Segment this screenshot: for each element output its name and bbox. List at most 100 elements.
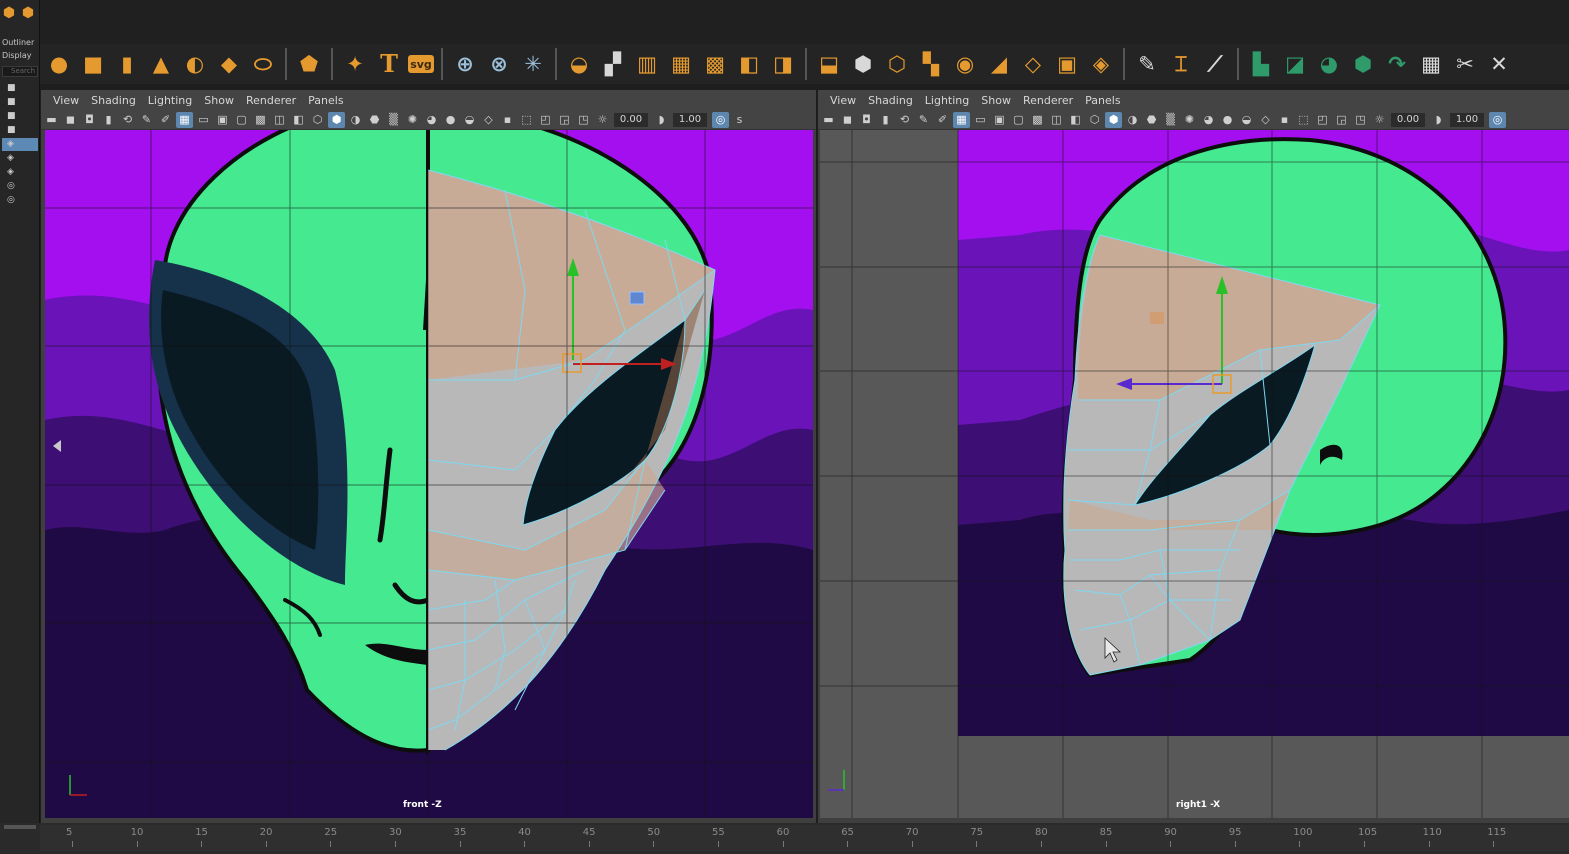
image-plane-icon[interactable]: ▮: [877, 112, 894, 128]
uv-auto-icon[interactable]: ⬢: [1348, 49, 1378, 79]
reset-transform-icon[interactable]: ✳: [518, 49, 548, 79]
menu-lighting[interactable]: Lighting: [148, 94, 192, 107]
grid-toggle-icon[interactable]: ▦: [953, 111, 970, 128]
bridge-icon[interactable]: ◨: [768, 49, 798, 79]
outliner-search-input[interactable]: Search: [2, 66, 38, 77]
outliner-item[interactable]: ◎: [2, 180, 38, 193]
type-tool-icon[interactable]: T: [374, 49, 404, 79]
exposure-icon[interactable]: ☼: [1371, 112, 1388, 128]
textured-icon[interactable]: ▒: [1162, 112, 1179, 128]
xray-joints-icon[interactable]: ◲: [556, 112, 573, 128]
anti-alias-icon[interactable]: ◇: [1257, 112, 1274, 128]
outliner-item[interactable]: ■: [2, 124, 38, 137]
poly-cone-icon[interactable]: ▲: [146, 49, 176, 79]
menu-view[interactable]: View: [830, 94, 856, 107]
cube-icon-2[interactable]: ⬢: [20, 5, 36, 21]
image-plane-icon[interactable]: ▮: [100, 112, 117, 128]
bookmark-icon[interactable]: ◘: [858, 112, 875, 128]
select-camera-icon[interactable]: ▬: [43, 112, 60, 128]
resolution-gate-icon[interactable]: ▣: [214, 112, 231, 128]
outliner-item[interactable]: ◈: [2, 152, 38, 165]
move-plane-handle[interactable]: [1150, 312, 1164, 324]
uv-cut-icon[interactable]: ✂: [1450, 49, 1480, 79]
menu-show[interactable]: Show: [204, 94, 234, 107]
color-management-icon[interactable]: ◎: [1489, 111, 1506, 128]
outliner-label[interactable]: Outliner: [2, 38, 34, 47]
lights-icon[interactable]: ✺: [404, 112, 421, 128]
poke-icon[interactable]: ◇: [1018, 49, 1048, 79]
safe-title-icon[interactable]: ◧: [1067, 112, 1084, 128]
menu-view[interactable]: View: [53, 94, 79, 107]
resolution-gate-icon[interactable]: ▣: [991, 112, 1008, 128]
2d-pan-icon[interactable]: ⟲: [119, 112, 136, 128]
xray-components-icon[interactable]: ◳: [1352, 112, 1369, 128]
fill-hole-icon[interactable]: ◉: [950, 49, 980, 79]
select-camera-icon[interactable]: ▬: [820, 112, 837, 128]
poly-disc-icon[interactable]: ⬭: [248, 49, 278, 79]
grease-pencil-icon[interactable]: ✎: [138, 112, 155, 128]
outliner-item[interactable]: ■: [2, 110, 38, 123]
camera-attributes-icon[interactable]: ◼: [839, 112, 856, 128]
safe-action-icon[interactable]: ◫: [271, 112, 288, 128]
grease-pencil-2-icon[interactable]: ✐: [157, 112, 174, 128]
safe-title-icon[interactable]: ◧: [290, 112, 307, 128]
field-chart-icon[interactable]: ▩: [1029, 112, 1046, 128]
combine-icon[interactable]: ◒: [564, 49, 594, 79]
poly-cube-icon[interactable]: ■: [78, 49, 108, 79]
outliner-item[interactable]: ■: [2, 96, 38, 109]
smooth-shade-icon[interactable]: ⬢: [328, 111, 345, 128]
motion-blur-icon[interactable]: ◒: [1238, 112, 1255, 128]
smooth-shade-icon[interactable]: ⬢: [1105, 111, 1122, 128]
shadows-icon[interactable]: ◕: [1200, 112, 1217, 128]
poly-plane-icon[interactable]: ◆: [214, 49, 244, 79]
color-management-icon[interactable]: ◎: [712, 111, 729, 128]
menu-renderer[interactable]: Renderer: [246, 94, 296, 107]
exposure-field[interactable]: 0.00: [1391, 112, 1425, 127]
isolate-select-icon[interactable]: ⬚: [518, 112, 535, 128]
anti-alias-icon[interactable]: ◇: [480, 112, 497, 128]
poly-torus-icon[interactable]: ◐: [180, 49, 210, 79]
screen-space-ao-icon[interactable]: ●: [1219, 112, 1236, 128]
grease-pencil-2-icon[interactable]: ✐: [934, 112, 951, 128]
display-label[interactable]: Display: [2, 51, 32, 60]
wireframe-on-shaded-icon[interactable]: ⬣: [1143, 112, 1160, 128]
snap-icon[interactable]: ⊕: [450, 49, 480, 79]
mirror-icon[interactable]: ◧: [734, 49, 764, 79]
wireframe-icon[interactable]: ⬡: [1086, 112, 1103, 128]
gate-mask-icon[interactable]: ▢: [233, 112, 250, 128]
gamma-icon[interactable]: ◗: [1430, 112, 1447, 128]
triangulate-icon[interactable]: ◈: [1086, 49, 1116, 79]
grease-pencil-icon[interactable]: ✎: [915, 112, 932, 128]
cube-icon[interactable]: ⬢: [1, 5, 17, 21]
extract-icon[interactable]: ▥: [632, 49, 662, 79]
default-material-icon[interactable]: ◑: [1124, 112, 1141, 128]
move-plane-handle[interactable]: [629, 291, 645, 305]
viewport-front[interactable]: front -Z: [45, 130, 813, 818]
boolean-icon[interactable]: ▩: [700, 49, 730, 79]
wireframe-on-shaded-icon[interactable]: ⬣: [366, 112, 383, 128]
xray-joints-icon[interactable]: ◲: [1333, 112, 1350, 128]
outliner-item[interactable]: ◈: [2, 166, 38, 179]
film-gate-icon[interactable]: ▭: [195, 112, 212, 128]
xray-icon[interactable]: ◰: [1314, 112, 1331, 128]
poly-cylinder-icon[interactable]: ▮: [112, 49, 142, 79]
depth-of-field-icon[interactable]: ▪: [499, 112, 516, 128]
extrude-icon[interactable]: ⬓: [814, 49, 844, 79]
menu-show[interactable]: Show: [981, 94, 1011, 107]
uv-sew-icon[interactable]: ✕: [1484, 49, 1514, 79]
poly-sphere-icon[interactable]: ●: [44, 49, 74, 79]
outliner-item[interactable]: ◎: [2, 194, 38, 207]
exposure-icon[interactable]: ☼: [594, 112, 611, 128]
offset-edge-icon[interactable]: ⟋: [1200, 49, 1230, 79]
exposure-field[interactable]: 0.00: [614, 112, 648, 127]
menu-lighting[interactable]: Lighting: [925, 94, 969, 107]
viewport-right[interactable]: right1 -X: [820, 130, 1569, 818]
gamma-field[interactable]: 1.00: [1450, 112, 1484, 127]
outliner-item-selected[interactable]: ◈: [2, 138, 38, 151]
uv-editor-icon[interactable]: ↷: [1382, 49, 1412, 79]
chamfer-icon[interactable]: ▣: [1052, 49, 1082, 79]
grid-toggle-icon[interactable]: ▦: [176, 111, 193, 128]
field-chart-icon[interactable]: ▩: [252, 112, 269, 128]
xray-components-icon[interactable]: ◳: [575, 112, 592, 128]
insert-edge-loop-icon[interactable]: ⌶: [1166, 49, 1196, 79]
